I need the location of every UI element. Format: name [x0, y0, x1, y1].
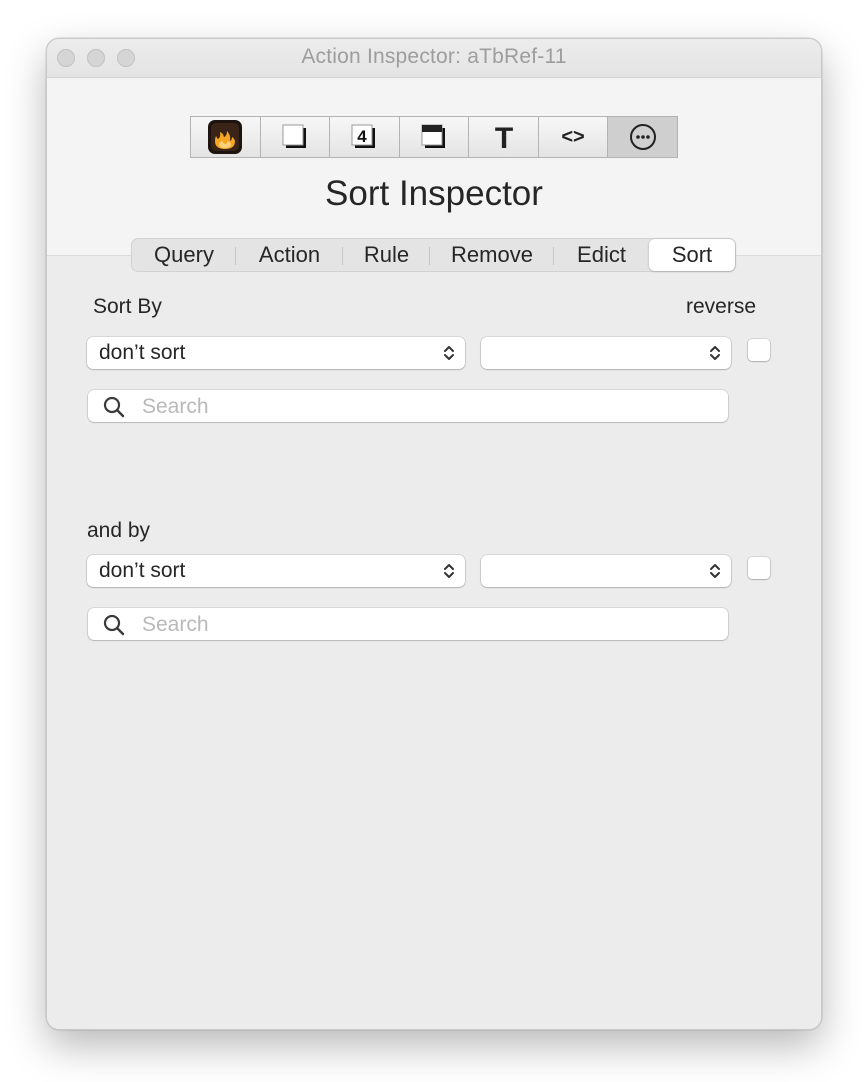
text-glyph: T — [494, 122, 512, 154]
secondary-reverse-checkbox[interactable] — [748, 557, 770, 579]
appearance-inspector-button[interactable] — [260, 117, 331, 157]
code-brackets-icon: <> — [561, 126, 584, 148]
sort-panel: Sort By reverse don’t sort and by don’t … — [47, 255, 821, 1029]
search-icon — [103, 396, 125, 418]
action-inspector-button[interactable] — [191, 117, 261, 157]
secondary-sort-attribute-select[interactable]: don’t sort — [87, 555, 465, 587]
and-by-label: and by — [87, 519, 151, 542]
tab-action[interactable]: Action — [236, 239, 343, 271]
tab-label: Rule — [363, 242, 410, 267]
text-inspector-button[interactable]: T — [469, 117, 539, 157]
note-page-icon — [282, 124, 306, 148]
chevron-up-down-icon — [710, 346, 720, 360]
window-title: Action Inspector: aTbRef-11 — [301, 45, 567, 68]
tab-label: Action — [258, 242, 321, 267]
tab-query[interactable]: Query — [132, 239, 236, 271]
secondary-sort-type-select[interactable] — [481, 555, 731, 587]
inspector-toolbar: 4 T <> — [190, 116, 678, 158]
search-input[interactable] — [140, 611, 724, 639]
action-inspector-window: Action Inspector: aTbRef-11 4 T <> Sort … — [46, 38, 822, 1030]
sort-by-label: Sort By — [93, 295, 162, 318]
misc-inspector-button[interactable] — [608, 117, 678, 157]
tab-label: Query — [154, 242, 214, 267]
sort-attribute-value: don’t sort — [99, 341, 186, 364]
number-glyph: 4 — [358, 127, 368, 146]
sort-attribute-search[interactable] — [88, 390, 728, 422]
action-flame-icon — [208, 120, 243, 154]
tab-rule[interactable]: Rule — [343, 239, 430, 271]
reverse-label: reverse — [686, 295, 757, 318]
chevron-up-down-icon — [444, 564, 454, 578]
secondary-sort-search[interactable] — [88, 608, 728, 640]
window-shadow-icon — [421, 124, 446, 148]
title-bar[interactable]: Action Inspector: aTbRef-11 — [47, 39, 821, 78]
window-inspector-button[interactable] — [399, 117, 470, 157]
chevron-up-down-icon — [710, 564, 720, 578]
text-t-icon: T — [494, 122, 512, 154]
code-glyph: <> — [561, 126, 584, 148]
tab-label: Edict — [577, 242, 626, 267]
tab-label: Sort — [671, 242, 713, 267]
tab-label: Remove — [451, 242, 533, 267]
reverse-checkbox[interactable] — [748, 339, 770, 361]
tab-remove[interactable]: Remove — [430, 239, 554, 271]
secondary-sort-attribute-value: don’t sort — [99, 559, 186, 582]
sort-type-select[interactable] — [481, 337, 731, 369]
tab-edict[interactable]: Edict — [554, 239, 649, 271]
search-input[interactable] — [140, 393, 724, 421]
sort-attribute-select[interactable]: don’t sort — [87, 337, 465, 369]
chevron-up-down-icon — [444, 346, 454, 360]
inspector-title: Sort Inspector — [325, 174, 543, 213]
search-icon — [103, 614, 125, 636]
inspector-tabs: Query Action Rule Remove Edict Sort — [131, 238, 736, 272]
properties-inspector-button[interactable]: 4 — [330, 117, 400, 157]
number-badge-icon: 4 — [351, 124, 376, 148]
html-inspector-button[interactable]: <> — [538, 117, 609, 157]
more-options-icon — [629, 124, 656, 150]
tab-sort[interactable]: Sort — [649, 239, 735, 271]
